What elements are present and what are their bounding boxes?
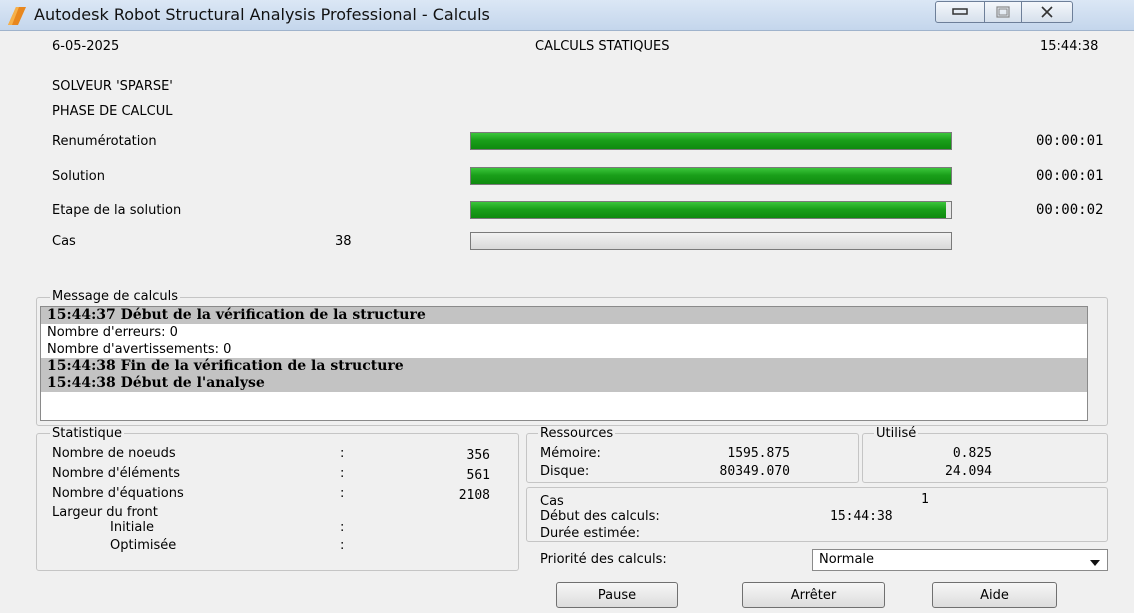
progress-fill [471, 133, 951, 149]
stat-value: 356 [466, 448, 490, 463]
progress-label: Cas [52, 234, 76, 249]
estimated-duration-label: Durée estimée: [540, 526, 640, 541]
progress-bar [470, 132, 952, 150]
resource-value: 80349.070 [719, 464, 790, 479]
case-label: Cas [540, 494, 564, 509]
resource-label: Disque: [540, 464, 590, 479]
maximize-button[interactable] [984, 1, 1022, 23]
initial-separator: : [340, 520, 345, 535]
resource-label: Mémoire: [540, 446, 601, 461]
start-label: Début des calculs: [540, 509, 660, 524]
case-value: 1 [921, 492, 929, 507]
stat-separator: : [340, 466, 345, 481]
stat-label: Nombre d'éléments [52, 466, 180, 481]
message-line[interactable]: 15:44:37 Début de la vérification de la … [41, 307, 1087, 324]
minimize-icon [936, 2, 984, 22]
priority-label: Priorité des calculs: [540, 552, 667, 567]
progress-bar [470, 201, 952, 219]
progress-label: Etape de la solution [52, 203, 182, 218]
help-button[interactable]: Aide [932, 582, 1057, 608]
messages-list[interactable]: 15:44:37 Début de la vérification de la … [40, 306, 1088, 421]
progress-time: 00:00:01 [1036, 168, 1104, 184]
initial-label: Initiale [110, 520, 154, 535]
minimize-button[interactable] [935, 1, 985, 23]
resource-used: 0.825 [952, 446, 992, 461]
pause-button[interactable]: Pause [556, 582, 678, 608]
progress-time: 00:00:01 [1036, 133, 1104, 149]
stat-value: 561 [466, 468, 490, 483]
stop-button[interactable]: Arrêter [742, 582, 885, 608]
used-legend: Utilisé [874, 426, 919, 441]
progress-time: 00:00:02 [1036, 202, 1104, 218]
stat-value: 2108 [458, 488, 490, 503]
autodesk-logo-icon [8, 7, 26, 25]
priority-selected: Normale [819, 552, 875, 567]
resource-value: 1595.875 [727, 446, 790, 461]
progress-fill [471, 168, 951, 184]
title-bar[interactable]: Autodesk Robot Structural Analysis Profe… [0, 0, 1134, 31]
messages-legend: Message de calculs [50, 289, 180, 304]
progress-label: Solution [52, 169, 105, 184]
calc-heading: CALCULS STATIQUES [535, 39, 670, 54]
progress-count: 38 [335, 234, 352, 249]
calc-time: 15:44:38 [1040, 39, 1099, 54]
progress-bar [470, 167, 952, 185]
maximize-icon [985, 2, 1021, 22]
window-title: Autodesk Robot Structural Analysis Profe… [34, 5, 490, 24]
stat-separator: : [340, 486, 345, 501]
message-line[interactable]: Nombre d'erreurs: 0 [41, 324, 1087, 341]
dropdown-arrow-icon[interactable] [1089, 556, 1101, 571]
stat-label: Nombre de noeuds [52, 446, 176, 461]
progress-label: Renumérotation [52, 134, 157, 149]
optimized-label: Optimisée [110, 538, 177, 553]
close-button[interactable] [1021, 1, 1073, 23]
progress-fill [471, 202, 947, 218]
resource-used: 24.094 [945, 464, 992, 479]
priority-dropdown[interactable]: Normale [812, 549, 1108, 571]
message-line[interactable]: 15:44:38 Fin de la vérification de la st… [41, 358, 1087, 375]
statistics-legend: Statistique [50, 426, 124, 441]
optimized-separator: : [340, 538, 345, 553]
solver-label: SOLVEUR 'SPARSE' [52, 79, 173, 94]
close-icon [1022, 2, 1072, 22]
front-width-label: Largeur du front [52, 505, 158, 520]
calc-date: 6-05-2025 [52, 39, 120, 54]
start-value: 15:44:38 [830, 509, 893, 524]
stat-label: Nombre d'équations [52, 486, 184, 501]
message-line[interactable]: 15:44:38 Début de l'analyse [41, 375, 1087, 392]
resources-legend: Ressources [538, 426, 616, 441]
phase-label: PHASE DE CALCUL [52, 104, 173, 119]
progress-bar [470, 232, 952, 250]
message-line[interactable]: Nombre d'avertissements: 0 [41, 341, 1087, 358]
stat-separator: : [340, 446, 345, 461]
